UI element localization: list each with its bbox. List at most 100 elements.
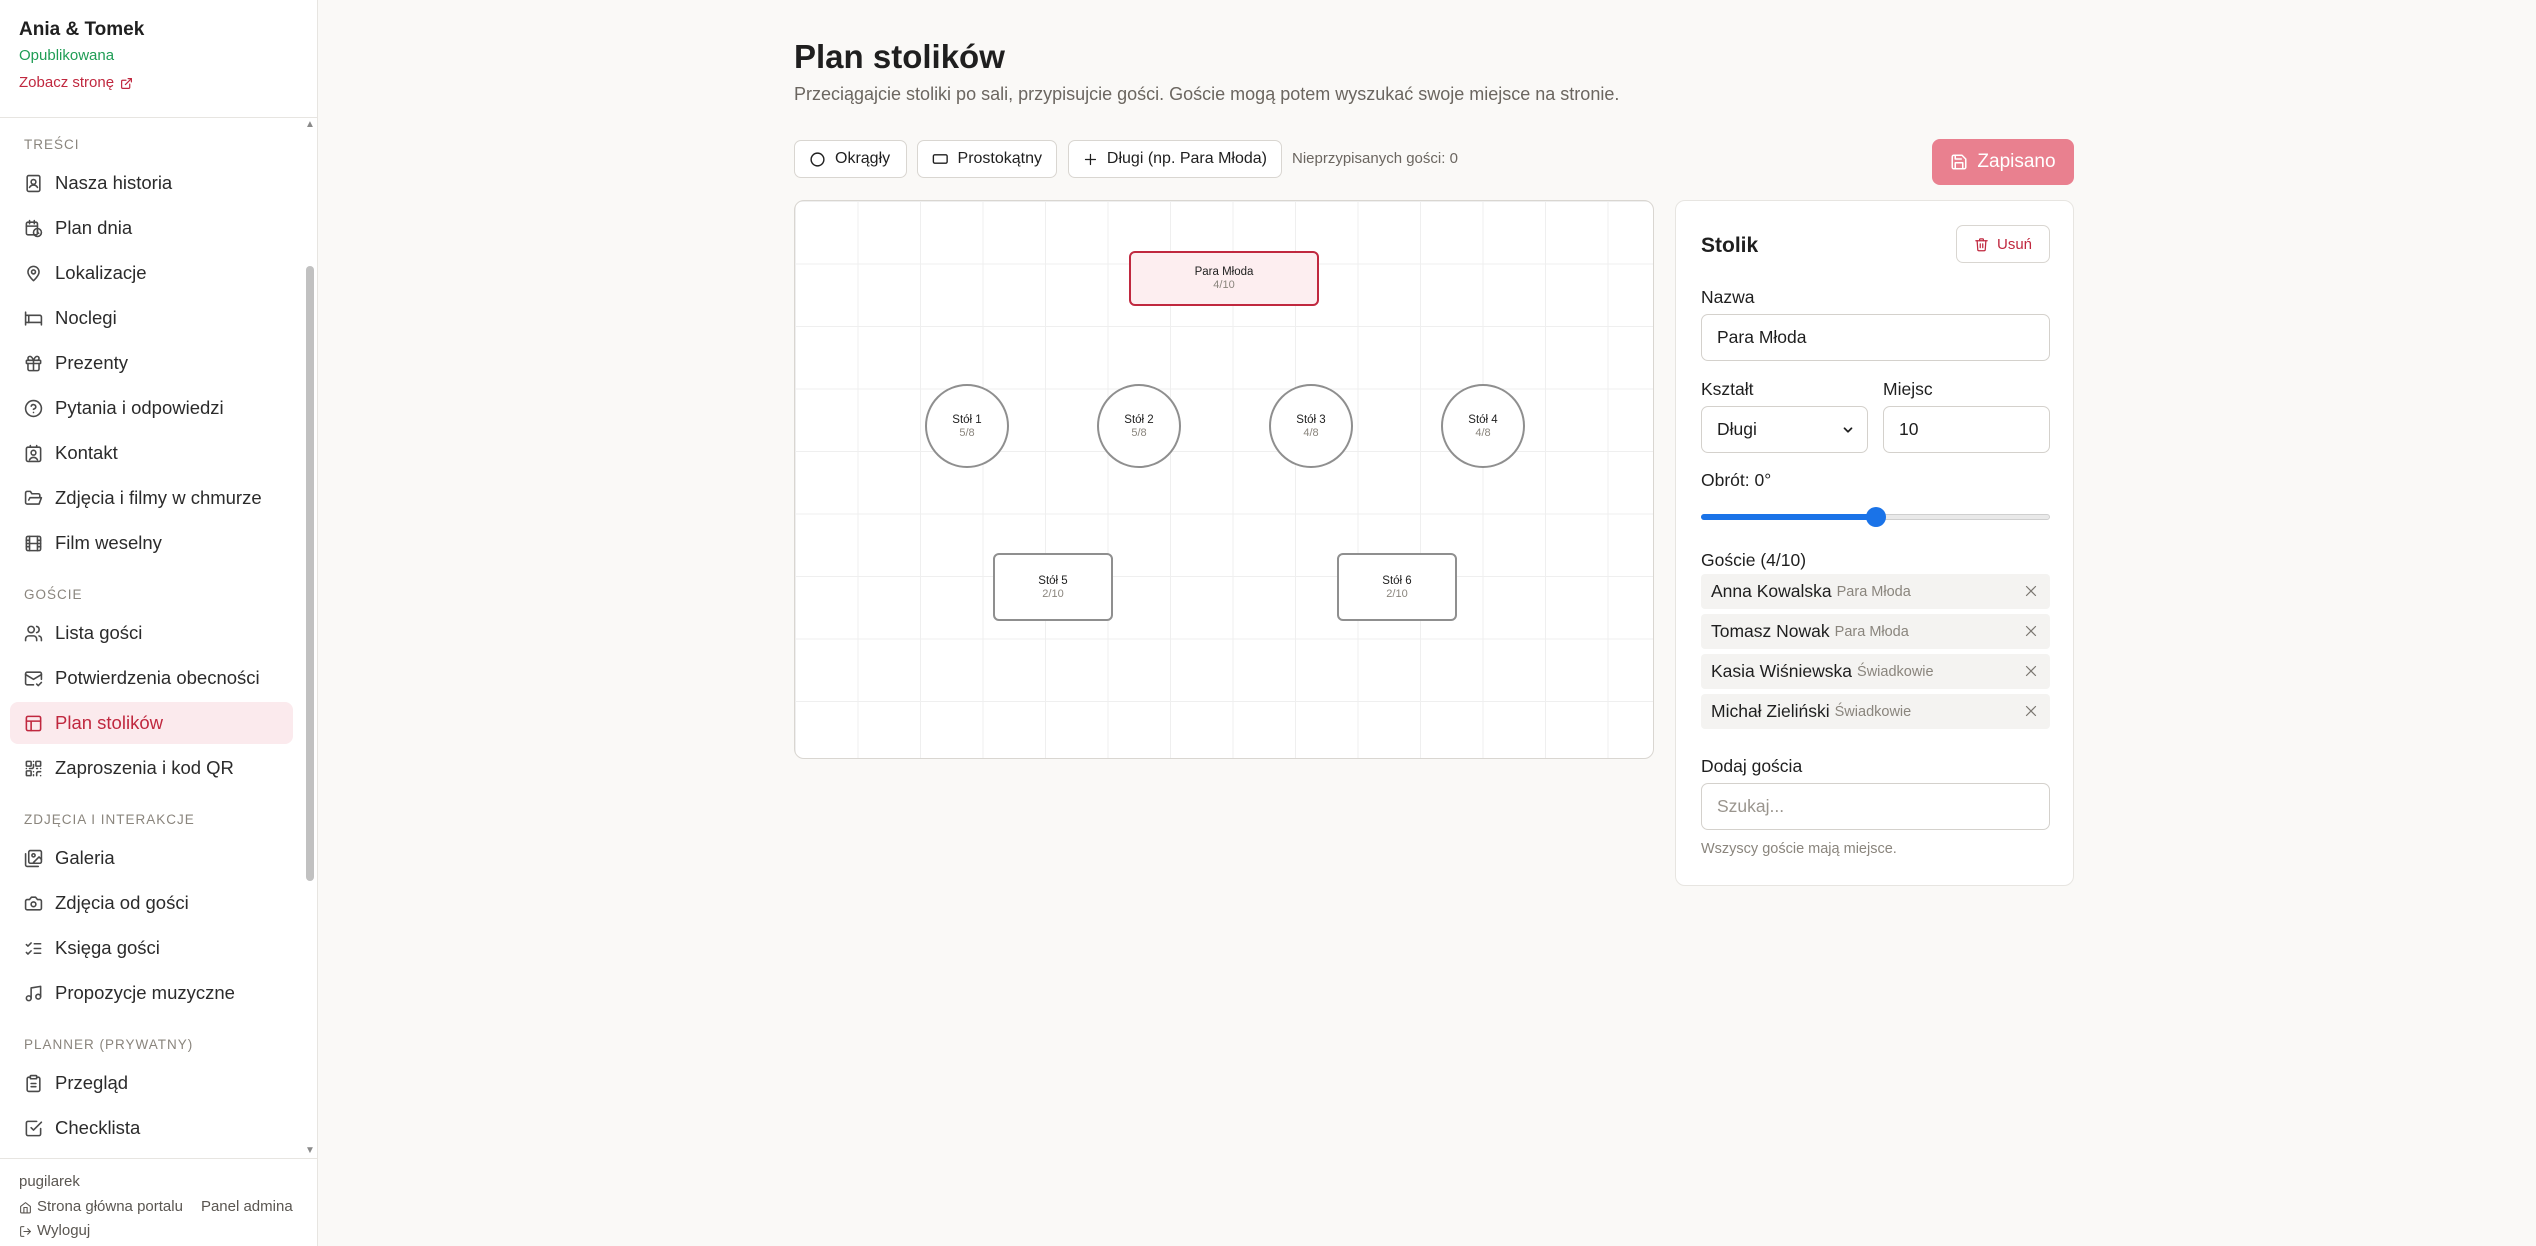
sidebar-header: Ania & Tomek Opublikowana Zobacz stronę — [0, 0, 317, 118]
seating-table[interactable]: Stół 4 4/8 — [1441, 384, 1525, 468]
home-icon — [20, 1201, 31, 1213]
page-subtitle: Przeciągajcie stoliki po sali, przypisuj… — [794, 84, 1620, 104]
guest-name: Anna Kowalska — [1711, 581, 1832, 601]
users-icon — [24, 625, 43, 641]
guest-search-input[interactable]: Szukaj... — [1701, 783, 2050, 830]
seating-table[interactable]: Stół 6 2/10 — [1337, 553, 1457, 621]
sidebar-item-folder-open[interactable]: Zdjęcia i filmy w chmurze — [10, 477, 293, 519]
table-name: Stół 5 — [1038, 574, 1068, 587]
seating-canvas[interactable]: Para Młoda 4/10 Stół 1 5/8 Stół 2 5/8 Stół 3 4/… — [794, 200, 1654, 759]
sidebar-item-help-circle[interactable]: Pytania i odpowiedzi — [10, 387, 293, 429]
sidebar-item-clipboard[interactable]: Przegląd — [10, 1062, 293, 1104]
seating-table[interactable]: Stół 5 2/10 — [993, 553, 1113, 621]
sidebar-item-label: Lokalizacje — [55, 262, 147, 283]
add-long-table-button[interactable]: Długi (np. Para Młoda) — [1068, 140, 1282, 178]
sidebar-scrollbar[interactable]: ▲ ▼ — [303, 118, 317, 1158]
logout-link[interactable]: Wyloguj — [19, 1221, 90, 1241]
shape-select[interactable]: Długi — [1701, 406, 1868, 453]
music-icon — [25, 985, 42, 1001]
seating-table[interactable]: Para Młoda 4/10 — [1129, 251, 1319, 306]
remove-guest-button[interactable] — [2022, 662, 2040, 680]
sidebar-item-book-user[interactable]: Nasza historia — [10, 162, 293, 204]
save-button[interactable]: Zapisano — [1932, 139, 2074, 185]
sidebar-item-gift[interactable]: Prezenty — [10, 342, 293, 384]
guest-group: Świadkowie — [1857, 663, 1934, 680]
sidebar-item-label: Przegląd — [55, 1072, 129, 1093]
sidebar-item-label: Checklista — [55, 1117, 141, 1138]
seating-table[interactable]: Stół 3 4/8 — [1269, 384, 1353, 468]
qr-code-icon — [25, 760, 42, 776]
film-icon — [25, 535, 42, 551]
guest-name: Kasia Wiśniewska — [1711, 661, 1853, 681]
rectangle-icon — [932, 154, 948, 164]
table-name: Stół 1 — [952, 413, 982, 426]
book-user-icon — [26, 174, 41, 192]
rotation-slider[interactable] — [1701, 507, 2050, 527]
table-seat-count: 2/10 — [1386, 587, 1408, 600]
delete-table-button[interactable]: Usuń — [1956, 225, 2050, 263]
sidebar-item-music[interactable]: Propozycje muzyczne — [10, 972, 293, 1014]
sidebar-item-map-pin[interactable]: Lokalizacje — [10, 252, 293, 294]
assigned-guest-row: Kasia Wiśniewska Świadkowie — [1701, 654, 2050, 689]
shape-label: Kształt — [1701, 379, 1754, 399]
add-round-table-button[interactable]: Okrągły — [794, 140, 907, 178]
sidebar-item-images[interactable]: Galeria — [10, 837, 293, 879]
clipboard-icon — [26, 1074, 41, 1092]
scroll-down-arrow-icon[interactable]: ▼ — [305, 1146, 315, 1156]
scroll-up-arrow-icon[interactable]: ▲ — [305, 120, 315, 130]
add-rect-table-button[interactable]: Prostokątny — [917, 140, 1057, 178]
sidebar-item-qr-code[interactable]: Zaproszenia i kod QR — [10, 747, 293, 789]
sidebar-item-label: Zdjęcia od gości — [55, 892, 189, 913]
sidebar-item-check-square[interactable]: Checklista — [10, 1107, 293, 1149]
sidebar-item-users[interactable]: Lista gości — [10, 612, 293, 654]
sidebar-item-label: Propozycje muzyczne — [55, 982, 235, 1003]
sidebar-item-label: Prezenty — [55, 352, 129, 373]
sidebar-item-calendar-clock[interactable]: Plan dnia — [10, 207, 293, 249]
sidebar-item-label: Nasza historia — [55, 172, 173, 193]
sidebar-item-mail-check[interactable]: Potwierdzenia obecności — [10, 657, 293, 699]
seating-table[interactable]: Stół 2 5/8 — [1097, 384, 1181, 468]
sidebar-item-film[interactable]: Film weselny — [10, 522, 293, 564]
nav-section-title: GOŚCIE — [24, 587, 83, 602]
seats-label: Miejsc — [1883, 379, 1933, 399]
mail-check-icon — [24, 670, 43, 686]
guests-label: Goście (4/10) — [1701, 550, 1807, 570]
table-name: Stół 4 — [1468, 413, 1498, 426]
sidebar-item-label: Noclegi — [55, 307, 117, 328]
table-name: Stół 3 — [1296, 413, 1326, 426]
seating-table[interactable]: Stół 1 5/8 — [925, 384, 1009, 468]
guest-group: Para Młoda — [1836, 583, 1911, 600]
remove-guest-button[interactable] — [2022, 622, 2040, 640]
remove-guest-button[interactable] — [2022, 582, 2040, 600]
sidebar-item-bed[interactable]: Noclegi — [10, 297, 293, 339]
close-icon — [2025, 625, 2037, 637]
couple-name: Ania & Tomek — [19, 19, 145, 40]
table-seat-count: 4/8 — [1303, 426, 1319, 439]
sidebar-footer: pugilarek Strona główna portalu Panel ad… — [0, 1158, 317, 1246]
seats-input[interactable]: 10 — [1883, 406, 2050, 453]
sidebar-item-layout-grid[interactable]: Plan stolików — [10, 702, 293, 744]
portal-home-label: Strona główna portalu — [37, 1198, 183, 1215]
view-site-link[interactable]: Zobacz stronę — [19, 74, 298, 92]
plus-icon — [1084, 153, 1097, 165]
sidebar-item-contact[interactable]: Kontakt — [10, 432, 293, 474]
name-label: Nazwa — [1701, 287, 1755, 307]
guest-group: Para Młoda — [1834, 623, 1909, 640]
gift-icon — [25, 355, 42, 371]
sidebar-item-label: Plan dnia — [55, 217, 133, 238]
remove-guest-button[interactable] — [2022, 702, 2040, 720]
slider-thumb[interactable] — [1865, 507, 1886, 527]
add-guest-label: Dodaj gościa — [1701, 756, 1803, 776]
table-name-input[interactable]: Para Młoda — [1701, 314, 2050, 361]
nav-section-title: TREŚCI — [24, 137, 80, 152]
save-label: Zapisano — [1977, 151, 2056, 172]
sidebar-item-camera[interactable]: Zdjęcia od gości — [10, 882, 293, 924]
scroll-thumb[interactable] — [306, 266, 314, 881]
view-site-label: Zobacz stronę — [19, 74, 115, 91]
admin-panel-link[interactable]: Panel admina — [201, 1197, 293, 1217]
list-checks-icon — [25, 941, 42, 955]
add-round-label: Okrągły — [835, 150, 891, 167]
sidebar-item-list-checks[interactable]: Księga gości — [10, 927, 293, 969]
portal-home-link[interactable]: Strona główna portalu — [19, 1197, 183, 1217]
guest-group: Świadkowie — [1834, 703, 1912, 720]
